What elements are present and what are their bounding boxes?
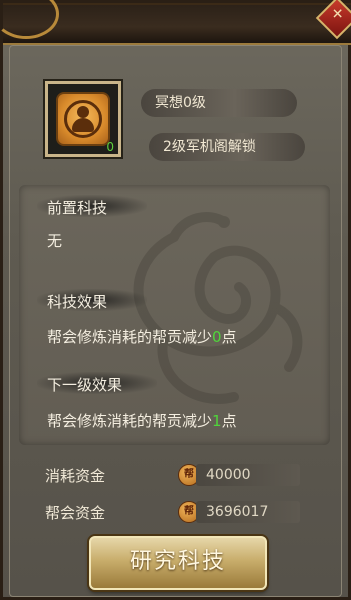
effect-description: 帮会修炼消耗的帮贡减少0点 [47, 326, 237, 347]
prereq-value: 无 [47, 232, 63, 250]
tech-details-box [19, 185, 330, 445]
icon-level: 0 [106, 140, 114, 154]
consume-funds-value: 40000 [196, 464, 300, 486]
research-button[interactable]: 研究科技 [89, 536, 267, 590]
tech-icon-frame[interactable]: 0 [45, 81, 121, 157]
coin-glyph: 帮 [184, 469, 194, 480]
title-bar [0, 0, 351, 45]
guild-funds-amount: 3696017 [206, 504, 269, 520]
unlock-requirement: 2级军机阁解锁 [149, 133, 305, 161]
effect-title: 科技效果 [47, 293, 108, 311]
corner-ornament [0, 0, 59, 39]
consume-funds-amount: 40000 [206, 467, 251, 483]
research-button-label: 研究科技 [129, 549, 226, 574]
unlock-text: 2级军机阁解锁 [163, 139, 256, 155]
coin-glyph: 帮 [184, 506, 194, 517]
next-prefix: 帮会修炼消耗的帮贡减少 [47, 412, 213, 430]
prereq-title: 前置科技 [47, 199, 108, 217]
tech-name-level: 冥想0级 [141, 89, 297, 117]
tech-name-text: 冥想0级 [155, 95, 206, 111]
next-suffix: 点 [221, 412, 237, 430]
guild-funds-label: 帮会资金 [45, 504, 106, 522]
effect-prefix: 帮会修炼消耗的帮贡减少 [47, 328, 213, 346]
next-number: 1 [212, 412, 222, 430]
effect-number: 0 [212, 328, 222, 346]
close-icon: ✕ [331, 6, 344, 23]
guild-funds-value: 3696017 [196, 501, 300, 523]
meditation-icon [56, 92, 110, 146]
effect-suffix: 点 [221, 328, 237, 346]
next-level-description: 帮会修炼消耗的帮贡减少1点 [47, 410, 237, 431]
consume-funds-label: 消耗资金 [45, 467, 106, 485]
icon-figure-head [77, 106, 89, 118]
tech-panel: ✕ 0 冥想0级 2级军机阁解锁 前置科技 无 科技效果 帮会修炼消耗的帮贡减少… [0, 0, 351, 600]
next-level-title: 下一级效果 [47, 376, 123, 394]
